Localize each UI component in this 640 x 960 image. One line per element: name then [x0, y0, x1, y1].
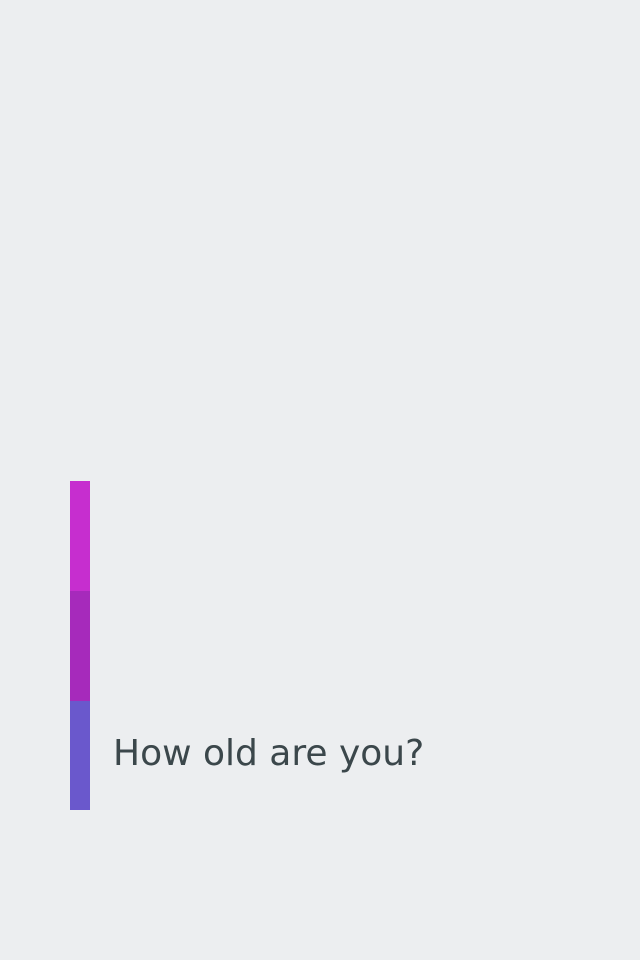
accent-segment-middle — [70, 591, 90, 701]
accent-segment-bottom — [70, 701, 90, 810]
question-screen: How old are you? — [0, 0, 640, 960]
accent-bar — [70, 481, 90, 810]
question-title: How old are you? — [113, 733, 425, 774]
accent-segment-top — [70, 481, 90, 591]
